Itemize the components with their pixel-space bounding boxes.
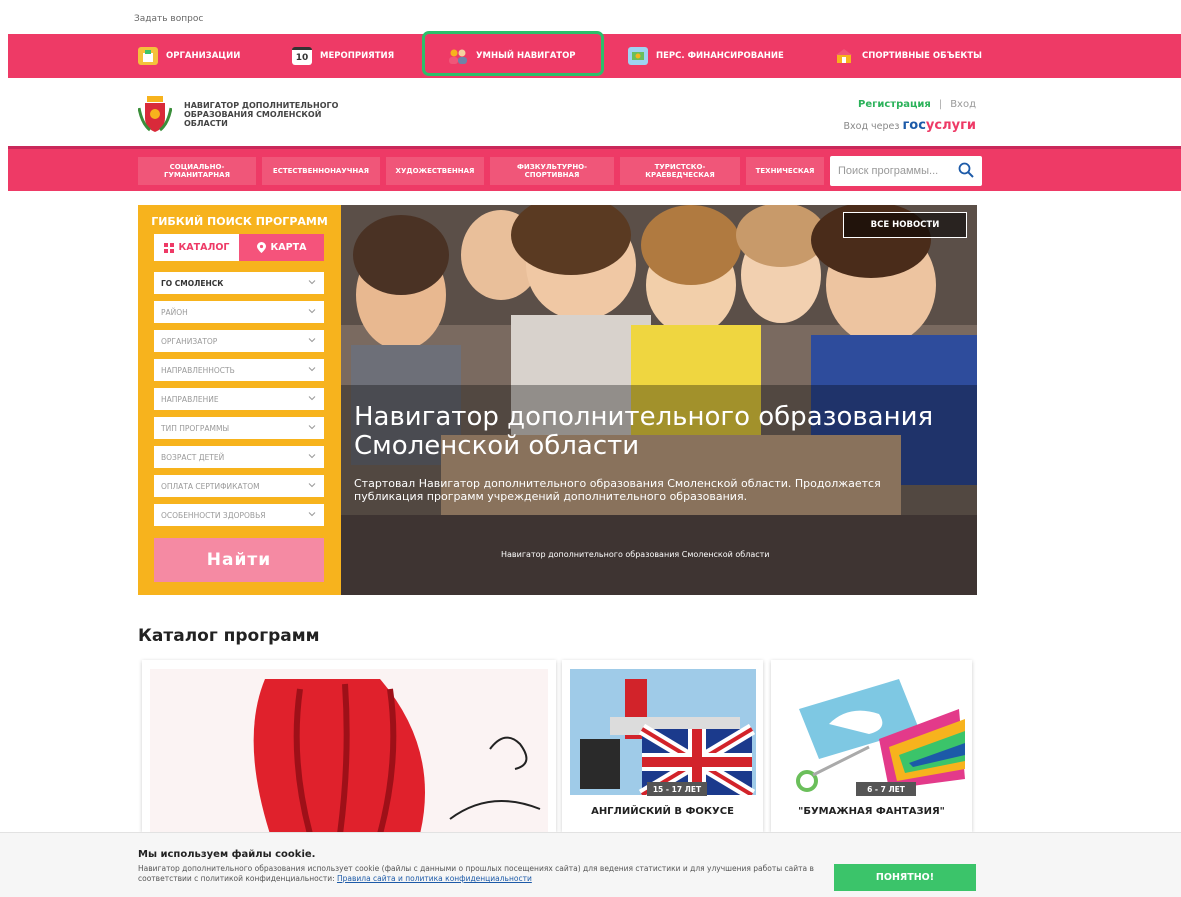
select-municipality[interactable]: ГО Смоленск (154, 272, 324, 294)
top-nav-sport-objects[interactable]: Спортивные объекты (834, 34, 982, 78)
site-logo[interactable]: Навигатор дополнительного образования См… (138, 94, 354, 134)
grid-icon (163, 242, 174, 253)
login-link[interactable]: Вход (950, 99, 976, 110)
register-link[interactable]: Регистрация (858, 99, 931, 110)
hero-description: Стартовал Навигатор дополнительного обра… (354, 477, 881, 503)
tab-map[interactable]: Карта (239, 234, 324, 261)
category-social[interactable]: Социально-гуманитарная (138, 157, 256, 185)
cookie-text: Навигатор дополнительного образования ис… (138, 864, 814, 883)
search-icon[interactable] (958, 162, 974, 178)
category-art[interactable]: Художественная (386, 157, 484, 185)
filter-title: Гибкий поиск программ (151, 215, 328, 228)
gosuslugi-login[interactable]: Вход через госуслуги (844, 118, 976, 133)
select-certificate-payment[interactable]: Оплата сертификатом (154, 475, 324, 497)
catalog-title: Каталог программ (138, 626, 320, 646)
search-input[interactable] (838, 165, 956, 177)
program-card[interactable] (142, 660, 556, 832)
category-nav: Социально-гуманитарная Естественнонаучна… (8, 146, 1181, 191)
select-district[interactable]: Район (154, 301, 324, 323)
auth-block: Регистрация | Вход Вход через госуслуги (844, 99, 976, 133)
program-card-image (150, 669, 548, 832)
cookie-banner: Мы используем файлы cookie. Навигатор до… (0, 832, 1181, 897)
chevron-down-icon (308, 454, 316, 459)
smart-navigator-highlight (422, 31, 604, 76)
tab-catalog[interactable]: Каталог (154, 234, 239, 261)
select-health-features[interactable]: Особенности здоровья (154, 504, 324, 526)
hero-title: Навигатор дополнительного образования См… (354, 402, 934, 461)
card-title: "Бумажная фантазия" (798, 806, 945, 817)
logo-text: Навигатор дополнительного образования См… (184, 100, 339, 128)
program-card-image (779, 669, 965, 795)
program-card[interactable]: 6 - 7 лет "Бумажная фантазия" (771, 660, 972, 832)
flexible-search-panel: Гибкий поиск программ Каталог Карта ГО С… (138, 205, 341, 595)
top-nav-personal-financing[interactable]: Перс. финансирование (628, 34, 784, 78)
category-tourism[interactable]: Туристско-краеведческая (620, 157, 740, 185)
calendar-icon: 10 (292, 47, 312, 65)
category-technical[interactable]: Техническая (746, 157, 824, 185)
category-sport[interactable]: Физкультурно-спортивная (490, 157, 614, 185)
chevron-down-icon (308, 280, 316, 285)
find-button[interactable]: Найти (154, 538, 324, 582)
building-icon (138, 47, 158, 65)
chevron-down-icon (308, 425, 316, 430)
ask-question-link[interactable]: Задать вопрос (134, 14, 203, 24)
chevron-down-icon (308, 309, 316, 314)
privacy-policy-link[interactable]: Правила сайта и политика конфиденциально… (337, 874, 532, 883)
select-direction[interactable]: Направление (154, 388, 324, 410)
category-science[interactable]: Естественнонаучная (262, 157, 380, 185)
select-orientation[interactable]: Направленность (154, 359, 324, 381)
top-nav-organizations[interactable]: Организации (138, 34, 240, 78)
select-child-age[interactable]: Возраст детей (154, 446, 324, 468)
auth-separator: | (938, 99, 943, 110)
select-organizer[interactable]: Организатор (154, 330, 324, 352)
top-nav-events[interactable]: 10 Мероприятия (292, 34, 394, 78)
sport-icon (834, 47, 854, 65)
chevron-down-icon (308, 512, 316, 517)
cookie-title: Мы используем файлы cookie. (138, 849, 316, 860)
all-news-button[interactable]: Все новости (843, 212, 967, 238)
money-icon (628, 47, 648, 65)
coat-of-arms-icon (138, 96, 172, 132)
age-badge: 15 - 17 лет (647, 782, 707, 796)
card-title: Английский в фокусе (591, 806, 734, 817)
hero-banner[interactable]: Все новости Навигатор дополнительного об… (341, 205, 977, 595)
chevron-down-icon (308, 338, 316, 343)
hero-caption: Навигатор дополнительного образования См… (501, 550, 770, 559)
age-badge: 6 - 7 лет (856, 782, 916, 796)
chevron-down-icon (308, 367, 316, 372)
cookie-accept-button[interactable]: Понятно! (834, 864, 976, 891)
select-program-type[interactable]: Тип программы (154, 417, 324, 439)
chevron-down-icon (308, 396, 316, 401)
program-card[interactable]: 15 - 17 лет Английский в фокусе (562, 660, 763, 832)
program-search (830, 156, 982, 186)
program-card-image (570, 669, 756, 795)
chevron-down-icon (308, 483, 316, 488)
map-pin-icon (256, 242, 266, 253)
filter-tabs: Каталог Карта (154, 234, 324, 261)
